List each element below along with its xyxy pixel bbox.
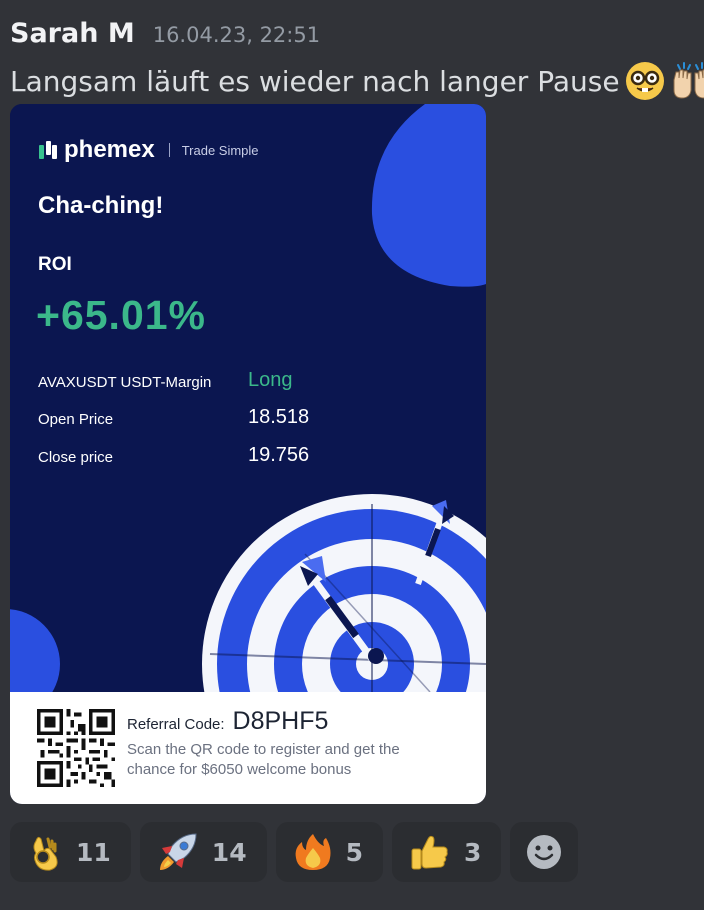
reaction-count: 3 <box>464 837 482 867</box>
open-price-label: Open Price <box>38 411 114 428</box>
position-side-value: Long <box>248 369 293 391</box>
reaction-ok-hand[interactable]: 11 <box>10 822 131 882</box>
raising-hands-emoji-icon <box>673 62 704 99</box>
brand-name: phemex <box>64 136 155 163</box>
referral-code: D8PHF5 <box>232 707 329 735</box>
close-price-value: 19.756 <box>248 444 310 466</box>
reaction-count: 11 <box>76 837 111 867</box>
roi-label: ROI <box>38 254 72 275</box>
reaction-count: 5 <box>345 837 363 867</box>
roi-value: +65.01% <box>36 292 206 338</box>
message-body: Langsam läuft es wieder nach langer Paus… <box>10 60 704 102</box>
smiley-face-icon <box>527 835 562 869</box>
referral-section: Referral Code: D8PHF5 Scan the QR code t… <box>10 692 486 804</box>
card-headline: Cha-ching! <box>38 192 164 219</box>
phemex-logo: phemex Trade Simple <box>38 136 259 164</box>
timestamp: 16.04.23, 22:51 <box>152 23 321 47</box>
reaction-thumbs-up[interactable]: 3 <box>392 822 502 882</box>
reaction-fire[interactable]: 5 <box>275 822 383 882</box>
referral-description: Scan the QR code to register and get the… <box>127 741 400 778</box>
fire-icon <box>295 834 331 870</box>
message-text: Langsam läuft es wieder nach langer Paus… <box>10 64 620 98</box>
brand-divider <box>168 143 170 157</box>
username[interactable]: Sarah M <box>10 18 135 49</box>
pair-label: AVAXUSDT USDT-Margin <box>38 374 212 391</box>
brand-tagline: Trade Simple <box>181 142 259 158</box>
nerd-face-emoji-icon <box>625 62 664 100</box>
card-graphic: phemex Trade Simple Cha-ching! ROI +65.0… <box>10 104 486 692</box>
reaction-rocket[interactable]: 14 <box>139 822 267 882</box>
referral-line: Referral Code: D8PHF5 <box>127 707 328 736</box>
ok-hand-icon <box>33 836 58 871</box>
open-price-value: 18.518 <box>248 406 310 428</box>
trade-card-image[interactable]: phemex Trade Simple Cha-ching! ROI +65.0… <box>10 104 486 804</box>
reactions-bar: 11 14 5 3 <box>10 822 579 882</box>
message-header: Sarah M 16.04.23, 22:51 <box>10 18 320 49</box>
phemex-logo-icon <box>39 141 57 159</box>
reaction-count: 14 <box>211 837 247 867</box>
add-reaction-button[interactable] <box>510 822 579 882</box>
close-price-label: Close price <box>38 449 114 466</box>
qr-code-icon <box>37 709 115 787</box>
thumbs-up-icon <box>411 835 448 870</box>
rocket-icon <box>159 833 197 870</box>
referral-label: Referral Code: <box>127 716 225 733</box>
